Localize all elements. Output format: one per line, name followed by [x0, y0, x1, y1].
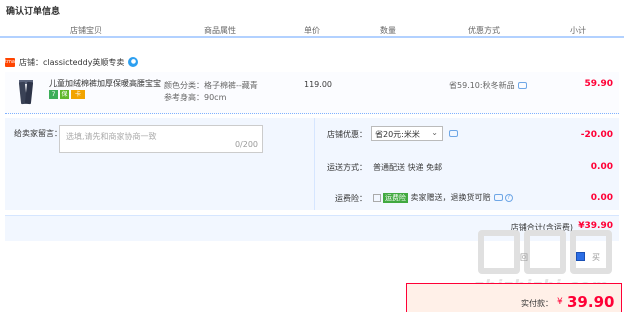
- message-label: 给卖家留言：: [14, 129, 62, 138]
- pay-label: 实付款：: [521, 299, 553, 308]
- insurance-amount: 0.00: [590, 193, 613, 203]
- discount-amount: -20.00: [580, 130, 613, 140]
- discount-label: 店铺优惠：: [327, 130, 367, 139]
- col-quantity: 数量: [380, 26, 396, 35]
- shop-label: 店铺：: [19, 57, 43, 67]
- col-unit-price: 单价: [304, 26, 320, 35]
- product-color-attr: 颜色分类：格子棉裤--藏青: [164, 81, 258, 90]
- help-icon[interactable]: ?: [504, 193, 513, 202]
- seven-day-return-icon[interactable]: 7: [49, 90, 58, 99]
- page-title: 确认订单信息: [6, 7, 61, 17]
- cart-item-row: 儿童加绒棉裤加厚保暖高腰宝宝... 7 保 卡 颜色分类：格子棉裤--藏青 参考…: [5, 72, 619, 114]
- seller-message-input[interactable]: 选填,请先和商家协商一致 0/200: [59, 125, 263, 153]
- extra-option-checkbox[interactable]: [576, 252, 585, 261]
- tmall-icon: tmall: [5, 57, 18, 67]
- message-placeholder: 选填,请先和商家协商一致: [66, 132, 157, 141]
- guarantee-icon[interactable]: 保: [60, 90, 69, 99]
- insurance-tag: 运费险: [383, 193, 408, 203]
- discount-info-icon[interactable]: [449, 130, 458, 137]
- pay-currency: ¥: [557, 297, 563, 307]
- col-subtotal: 小计: [570, 26, 586, 35]
- insurance-chat-icon[interactable]: [493, 194, 503, 201]
- shop-name-link[interactable]: classicteddy英顺专卖: [43, 57, 124, 68]
- unit-price: 119.00: [304, 80, 332, 89]
- item-subtotal: 59.90: [584, 79, 613, 89]
- product-title-link[interactable]: 儿童加绒棉裤加厚保暖高腰宝宝...: [49, 78, 161, 89]
- discount-selected-value: 省20元:米米: [375, 130, 420, 139]
- extra-option-text: 回: [520, 253, 528, 262]
- insurance-label: 运费险：: [335, 194, 367, 203]
- message-char-counter: 0/200: [234, 140, 258, 149]
- credit-card-icon[interactable]: 卡: [71, 90, 85, 99]
- wangwang-chat-icon[interactable]: ●: [128, 57, 139, 67]
- extra-option-text-right: 买: [592, 253, 600, 262]
- order-options-panel: 给卖家留言： 选填,请先和商家协商一致 0/200 店铺优惠： 省20元:米米 …: [5, 118, 619, 210]
- shop-discount-select[interactable]: 省20元:米米 ⌄: [371, 126, 443, 141]
- shipping-label: 运送方式：: [327, 163, 367, 172]
- divider: [314, 118, 315, 210]
- product-height-attr: 参考身高：90cm: [164, 93, 227, 102]
- product-thumbnail[interactable]: [15, 78, 37, 108]
- column-header-row: 店铺宝贝 商品属性 单价 数量 优惠方式 小计: [0, 20, 624, 38]
- promo-text: 省59.10:秋冬新品: [449, 80, 527, 91]
- shipping-method: 普通配送 快递 免邮: [373, 163, 443, 172]
- insurance-info: 运费险 卖家赠送，退换货可赔?: [373, 192, 513, 203]
- col-discount: 优惠方式: [468, 26, 500, 35]
- chevron-down-icon: ⌄: [431, 128, 438, 137]
- insurance-text: 卖家赠送，退换货可赔: [410, 193, 491, 202]
- shipping-amount: 0.00: [590, 162, 613, 172]
- col-attributes: 商品属性: [204, 26, 236, 35]
- service-badges: 7 保 卡: [49, 90, 85, 99]
- payment-summary-box: 实付款： ¥ 39.90: [406, 283, 622, 312]
- promo-label: 省59.10:秋冬新品: [449, 81, 515, 90]
- pay-amount: 39.90: [567, 293, 615, 311]
- col-shop-item: 店铺宝贝: [70, 26, 102, 35]
- insurance-checkbox[interactable]: [373, 193, 381, 202]
- promo-info-icon[interactable]: [517, 82, 527, 89]
- shop-row: tmall 店铺： classicteddy英顺专卖 ●: [5, 55, 139, 69]
